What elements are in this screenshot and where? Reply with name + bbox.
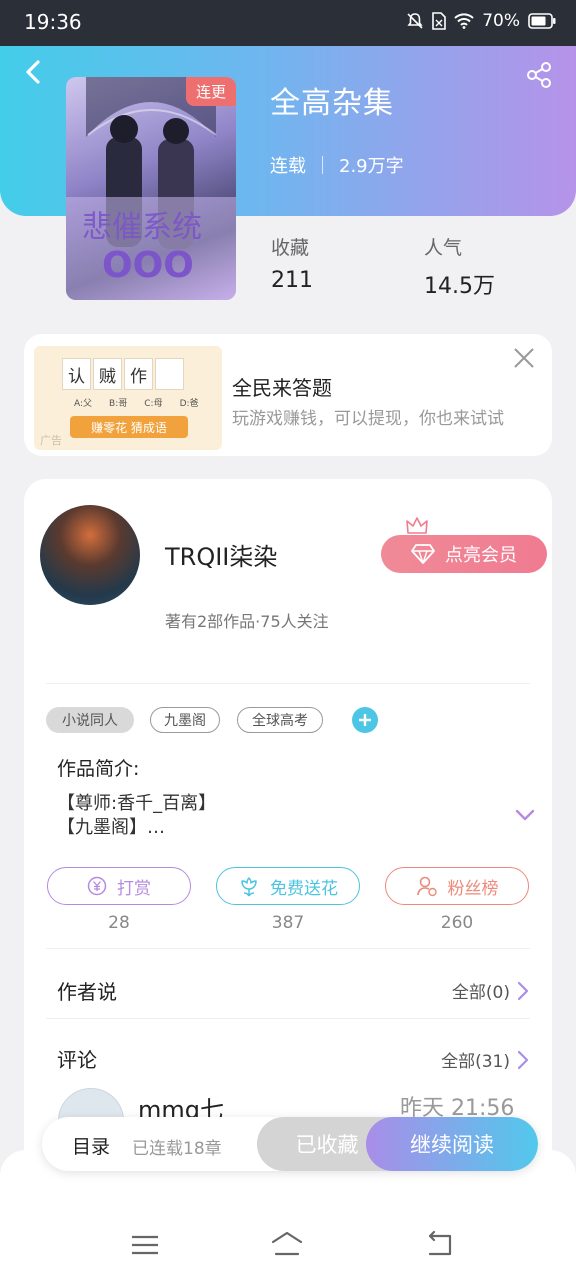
back-nav-icon[interactable] xyxy=(422,1230,456,1260)
fan-count: 260 xyxy=(440,913,474,933)
chapter-count: 已连载18章 xyxy=(132,1139,222,1159)
book-status-row: 连载 2.9万字 xyxy=(270,152,404,178)
book-status: 连载 xyxy=(270,156,306,177)
ad-cta-button[interactable]: 赚零花 猜成语 xyxy=(70,416,188,438)
share-icon[interactable] xyxy=(524,60,554,90)
serial-badge: 连更 xyxy=(185,77,236,106)
menu-icon[interactable] xyxy=(128,1230,162,1260)
author-says-all-label: 全部(0) xyxy=(451,983,510,1003)
popularity-value: 14.5万 xyxy=(424,274,495,299)
cover-art: 悲催系统 OOO xyxy=(66,77,236,300)
coin-icon xyxy=(87,876,107,896)
diamond-icon xyxy=(411,544,435,564)
status-bar: 19:36 70% xyxy=(0,0,576,46)
chevron-right-icon xyxy=(517,981,529,1000)
mute-icon xyxy=(407,13,423,29)
ad-option: C:母 xyxy=(144,399,163,409)
ad-tile: 作 xyxy=(124,358,153,390)
close-icon[interactable] xyxy=(512,346,536,370)
tag-item[interactable]: 小说同人 xyxy=(46,707,134,733)
toc-button[interactable]: 目录 xyxy=(72,1132,110,1159)
home-icon[interactable] xyxy=(270,1230,304,1260)
ad-tag: 广告 xyxy=(40,434,62,447)
user-ranking-icon xyxy=(416,876,437,897)
ad-subtitle: 玩游戏赚钱，可以提现，你也来试试 xyxy=(232,409,504,429)
svg-text:OOO: OOO xyxy=(102,245,194,286)
chevron-down-icon[interactable] xyxy=(514,804,536,826)
comments-all-link[interactable]: 全部(31) xyxy=(441,1047,530,1072)
ad-image[interactable]: 认 贼 作 A:父 B:哥 C:母 D:爸 赚零花 猜成语 广告 xyxy=(34,346,222,450)
tip-label: 打赏 xyxy=(117,878,151,899)
flower-count: 387 xyxy=(271,913,305,933)
chevron-right-icon xyxy=(517,1050,529,1069)
favorites-value: 211 xyxy=(271,268,313,293)
intro-label: 作品简介: xyxy=(57,758,140,780)
author-says-title: 作者说 xyxy=(57,980,117,1004)
status-time: 19:36 xyxy=(24,10,82,34)
add-tag-button[interactable] xyxy=(352,707,378,733)
sim-icon xyxy=(432,12,447,30)
ad-tile xyxy=(155,358,184,390)
status-icons: 70% xyxy=(406,11,556,31)
bottom-action-bar: 目录 已连载18章 已收藏 继续阅读 xyxy=(42,1117,538,1171)
crown-icon xyxy=(406,517,428,534)
battery-icon xyxy=(528,13,556,29)
ad-option: D:爸 xyxy=(179,399,199,409)
author-name[interactable]: TRQII柒染 xyxy=(165,537,277,572)
vip-button[interactable]: 点亮会员 xyxy=(381,535,547,573)
author-says-all-link[interactable]: 全部(0) xyxy=(452,978,530,1003)
svg-text:悲催系统: 悲催系统 xyxy=(82,210,202,245)
book-cover[interactable]: 悲催系统 OOO 连更 xyxy=(66,77,236,300)
divider xyxy=(46,948,530,949)
divider xyxy=(46,1018,530,1019)
tag-item[interactable]: 九墨阁 xyxy=(150,707,220,733)
fan-ranking-label: 粉丝榜 xyxy=(447,878,499,899)
send-flower-label: 免费送花 xyxy=(270,878,338,899)
intro-text: 【尊师:香千_百离】 【九墨阁】… xyxy=(57,793,217,838)
book-title: 全高杂集 xyxy=(270,86,394,121)
divider xyxy=(46,683,530,684)
ad-tiles: 认 贼 作 xyxy=(62,358,184,390)
send-flower-button[interactable]: 免费送花 xyxy=(216,867,360,905)
flower-icon xyxy=(241,877,257,897)
tip-count: 28 xyxy=(108,913,130,933)
comments-title: 评论 xyxy=(57,1048,97,1072)
divider xyxy=(322,156,323,174)
favorites-label: 收藏 xyxy=(271,237,310,259)
continue-reading-button[interactable]: 继续阅读 xyxy=(366,1117,538,1171)
popularity-label: 人气 xyxy=(424,237,463,259)
plus-icon xyxy=(359,714,371,726)
battery-percent: 70% xyxy=(482,11,520,31)
comments-all-label: 全部(31) xyxy=(441,1052,510,1072)
ad-tile: 贼 xyxy=(93,358,122,390)
fan-ranking-button[interactable]: 粉丝榜 xyxy=(385,867,529,905)
author-meta: 著有2部作品·75人关注 xyxy=(165,612,329,631)
word-count: 2.9万字 xyxy=(339,156,404,177)
author-avatar[interactable] xyxy=(40,505,140,605)
tag-item[interactable]: 全球高考 xyxy=(237,707,323,733)
tip-button[interactable]: 打赏 xyxy=(47,867,191,905)
ad-option: B:哥 xyxy=(109,399,128,409)
back-icon[interactable] xyxy=(20,58,48,86)
vip-button-label: 点亮会员 xyxy=(445,545,517,566)
ad-options: A:父 B:哥 C:母 D:爸 xyxy=(74,396,199,409)
ad-banner[interactable]: 认 贼 作 A:父 B:哥 C:母 D:爸 赚零花 猜成语 广告 全民来答题 玩… xyxy=(24,334,552,456)
ad-tile: 认 xyxy=(62,358,91,390)
ad-option: A:父 xyxy=(74,399,93,409)
wifi-icon xyxy=(454,13,474,29)
ad-title: 全民来答题 xyxy=(232,376,332,400)
